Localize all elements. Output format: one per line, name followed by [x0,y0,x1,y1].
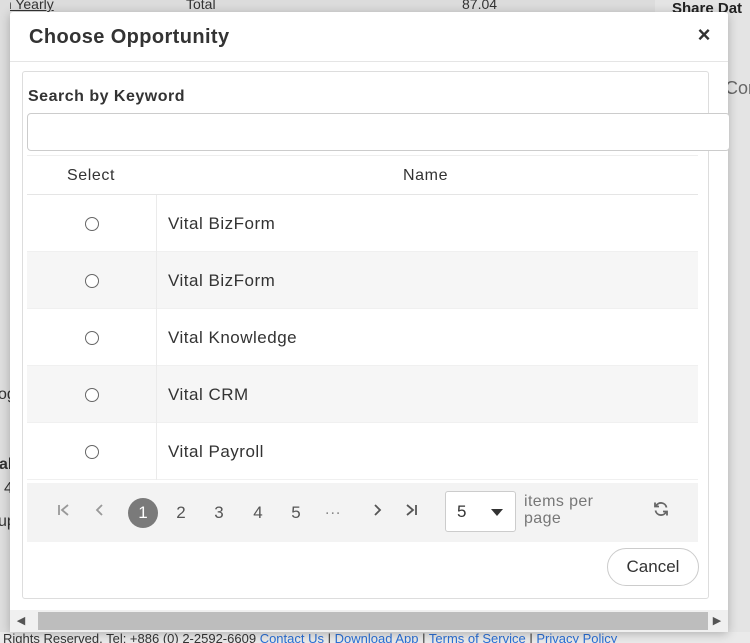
opportunity-name: Vital Knowledge [168,328,298,347]
dialog-header: Choose Opportunity × [10,12,728,62]
select-radio[interactable] [85,331,99,345]
select-cell [27,195,157,252]
items-per-page-label: items per page [524,493,594,527]
opportunity-name: Vital BizForm [168,214,276,233]
select-radio[interactable] [85,445,99,459]
select-radio[interactable] [85,217,99,231]
horizontal-scrollbar[interactable]: ◀ ▶ [10,610,728,632]
table-row[interactable]: Vital Payroll [27,423,698,480]
table-header: Select Name [27,155,698,195]
footer-copyright: Rights Reserved. Tel: +886 (0) 2-2592-66… [3,632,257,643]
more-pages-button[interactable]: ... [325,501,341,519]
footer-separator: | [529,632,533,643]
search-input[interactable] [27,113,730,151]
opportunity-name: Vital CRM [168,385,249,404]
background-text: Total [186,0,216,12]
choose-opportunity-dialog: Choose Opportunity × Search by Keyword S… [10,12,730,632]
footer-link-privacy[interactable]: Privacy Policy [536,632,617,643]
footer-link-download[interactable]: Download App [335,632,419,643]
footer-link-contact[interactable]: Contact Us [260,632,324,643]
opportunity-name: Vital Payroll [168,442,264,461]
select-cell [27,309,157,366]
last-page-icon[interactable] [400,500,422,524]
select-cell [27,423,157,480]
close-icon[interactable]: × [694,24,714,46]
page-button-1[interactable]: 1 [128,498,158,528]
page-button-3[interactable]: 3 [204,498,234,528]
next-page-icon[interactable] [366,500,388,524]
select-cell [27,252,157,309]
table-row[interactable]: Vital Knowledge [27,309,698,366]
opportunity-name: Vital BizForm [168,271,276,290]
select-radio[interactable] [85,274,99,288]
footer-separator: | [422,632,426,643]
search-panel: Search by Keyword Select Name Vital BizF… [22,71,730,599]
column-header-name[interactable]: Name [403,167,448,185]
pagination-bar: 1 2 3 4 5 ... 5 items per page [27,483,698,542]
background-left-panel: og al 4 up [0,0,16,643]
first-page-icon[interactable] [53,500,75,524]
cancel-button[interactable]: Cancel [607,548,699,586]
scrollbar-thumb[interactable] [38,612,708,630]
background-text: 87.04 [462,0,498,12]
page-button-4[interactable]: 4 [243,498,273,528]
opportunity-table: Select Name Vital BizForm Vital BizForm … [27,155,698,480]
background-header-strip: th Yearly Total 87.04 [0,0,655,12]
scroll-left-arrow-icon[interactable]: ◀ [12,610,30,632]
page-button-5[interactable]: 5 [281,498,311,528]
background-text: Cor [725,78,750,98]
page-button-2[interactable]: 2 [166,498,196,528]
scroll-right-arrow-icon[interactable]: ▶ [708,610,726,632]
page-footer: Rights Reserved. Tel: +886 (0) 2-2592-66… [0,632,750,643]
prev-page-icon[interactable] [89,500,111,524]
dialog-title: Choose Opportunity [29,26,230,48]
column-header-select[interactable]: Select [67,167,115,185]
search-label: Search by Keyword [28,88,185,105]
page-size-select[interactable]: 5 [445,491,516,532]
refresh-icon[interactable] [649,500,673,524]
table-row[interactable]: Vital BizForm [27,195,698,252]
select-cell [27,366,157,423]
chevron-down-icon [491,509,503,516]
footer-separator: | [327,632,332,643]
table-row[interactable]: Vital CRM [27,366,698,423]
page-size-value: 5 [457,502,467,521]
footer-text: Rights Reserved. Tel: +886 (0) 2-2592-66… [3,632,617,643]
select-radio[interactable] [85,388,99,402]
footer-link-terms[interactable]: Terms of Service [429,632,526,643]
table-row[interactable]: Vital BizForm [27,252,698,309]
